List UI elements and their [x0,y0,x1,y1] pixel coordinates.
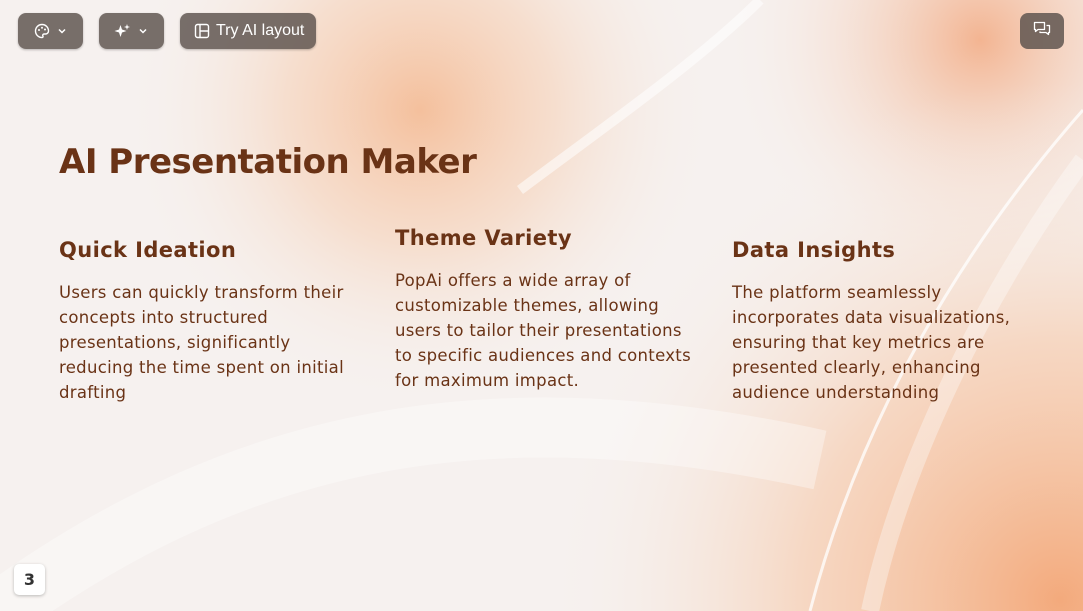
column-quick-ideation: Quick Ideation Users can quickly transfo… [59,238,359,405]
slide-title: AI Presentation Maker [59,142,477,182]
column-body: PopAi offers a wide array of customizabl… [395,271,691,390]
page-number-badge: 3 [14,564,45,595]
top-toolbar: Try AI layout [18,13,317,49]
slide-canvas: Try AI layout AI Presentation Maker Quic… [0,0,1083,611]
column-heading: Data Insights [732,238,896,262]
chevron-down-icon [56,25,68,37]
layout-icon [194,23,210,39]
try-ai-layout-button[interactable]: Try AI layout [180,13,317,49]
sparkles-icon [114,23,131,40]
theme-dropdown-button[interactable] [18,13,83,49]
try-ai-layout-label: Try AI layout [216,22,305,39]
column-heading: Theme Variety [395,226,572,250]
column-body: Users can quickly transform their concep… [59,283,344,402]
column-theme-variety: Theme Variety PopAi offers a wide array … [395,226,695,393]
palette-icon [34,23,50,39]
chevron-down-icon [137,25,149,37]
ai-style-dropdown-button[interactable] [99,13,164,49]
column-data-insights: Data Insights The platform seamlessly in… [732,238,1032,405]
column-body: The platform seamlessly incorporates dat… [732,283,1011,402]
column-heading: Quick Ideation [59,238,237,262]
chat-icon [1033,21,1051,41]
chat-button[interactable] [1020,13,1064,49]
